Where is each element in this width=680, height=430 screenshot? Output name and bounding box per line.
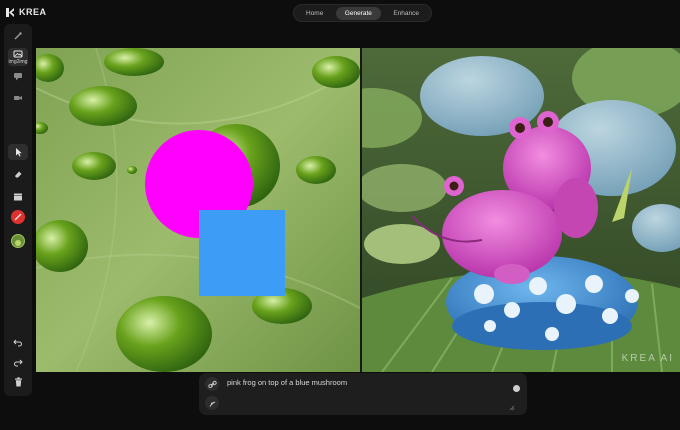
nav-tabs: Home Generate Enhance	[293, 4, 432, 22]
redo-icon	[14, 359, 23, 366]
strength-slider-handle[interactable]	[513, 385, 520, 392]
input-canvas[interactable]	[36, 48, 360, 372]
krea-watermark: KREA AI	[621, 353, 674, 364]
video-camera-icon	[14, 96, 22, 100]
chat-tool-button[interactable]	[8, 68, 28, 84]
tab-generate[interactable]: Generate	[335, 6, 381, 20]
video-tool-button[interactable]	[8, 90, 28, 106]
resize-handle-icon[interactable]	[509, 405, 515, 411]
left-toolbar: img2img	[4, 24, 32, 396]
generated-frog-image	[362, 48, 680, 372]
image-layer-button[interactable]	[11, 234, 25, 248]
chat-icon	[14, 72, 22, 80]
image-stack-icon	[13, 50, 23, 58]
prompt-input[interactable]: pink frog on top of a blue mushroom	[227, 378, 347, 387]
cursor-arrow-icon	[15, 148, 22, 157]
app-name: KREA	[19, 7, 47, 17]
ai-assist-button[interactable]	[205, 396, 219, 410]
link-image-button[interactable]	[205, 377, 219, 391]
brush-tool-button[interactable]	[11, 210, 25, 224]
robot-arm-icon	[209, 401, 215, 407]
eraser-tool-button[interactable]	[8, 166, 28, 182]
delete-button[interactable]	[8, 374, 28, 390]
tab-enhance[interactable]: Enhance	[384, 7, 428, 20]
krea-logo-icon	[6, 7, 14, 17]
mask-square-shape[interactable]	[199, 210, 285, 296]
top-bar: KREA Home Generate Enhance	[0, 0, 680, 26]
link-icon	[207, 380, 217, 388]
clapperboard-icon	[14, 193, 22, 200]
select-tool-button[interactable]	[8, 144, 28, 160]
wand-icon	[14, 32, 22, 40]
clapper-tool-button[interactable]	[8, 188, 28, 204]
undo-button[interactable]	[8, 334, 28, 350]
tab-home[interactable]: Home	[297, 7, 332, 20]
img2img-label: img2img	[8, 59, 28, 65]
output-image: KREA AI	[362, 48, 680, 372]
eraser-icon	[15, 171, 22, 178]
redo-button[interactable]	[8, 354, 28, 370]
brush-icon	[14, 213, 22, 221]
prompt-panel: pink frog on top of a blue mushroom	[199, 373, 527, 415]
canvas-area[interactable]: KREA AI	[36, 48, 680, 372]
app-logo[interactable]: KREA	[6, 7, 47, 17]
undo-icon	[13, 339, 22, 346]
trash-icon	[14, 377, 22, 387]
frog-thumbnail-icon	[15, 240, 21, 246]
text-to-image-button[interactable]	[8, 28, 28, 44]
